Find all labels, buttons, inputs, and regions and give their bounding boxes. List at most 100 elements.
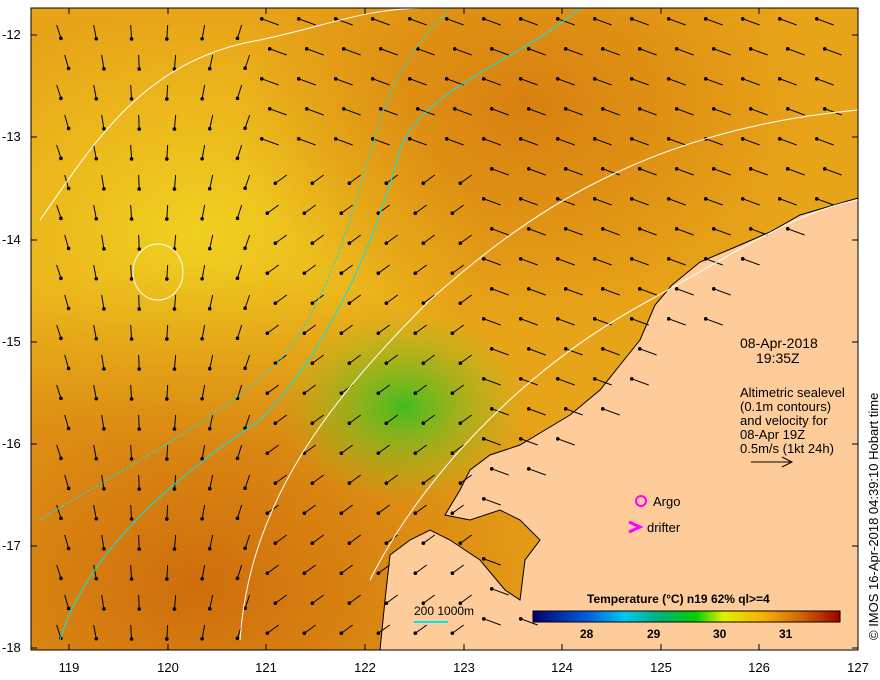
velocity-arrow-head [629,377,634,381]
velocity-arrow-head [458,541,463,546]
velocity-arrow-head [165,157,169,161]
velocity-arrow-head [59,456,63,461]
velocity-arrow-head [94,396,99,401]
velocity-arrow [138,414,140,430]
velocity-arrow-head [66,246,71,251]
velocity-arrow-head [376,331,381,336]
velocity-arrow-head [339,391,344,396]
velocity-arrow-head [265,331,270,336]
velocity-arrow-head [165,637,169,641]
velocity-arrow-head [370,17,375,21]
velocity-arrow-head [785,167,790,171]
velocity-arrow-head [489,167,494,171]
velocity-arrow-head [814,137,819,141]
velocity-arrow [138,354,140,370]
velocity-arrow-head [347,361,352,366]
velocity-arrow-head [273,541,278,546]
velocity-arrow-head [563,347,568,351]
velocity-arrow-head [94,456,99,461]
velocity-arrow-head [444,137,449,141]
velocity-arrow-head [94,156,99,161]
velocity-arrow-head [129,37,134,41]
velocity-arrow-head [94,276,99,281]
velocity-arrow-head [526,107,531,111]
velocity-arrow-head [200,336,204,341]
lon-tick: 122 [354,660,376,675]
velocity-arrow-head [592,377,597,381]
velocity-arrow-head [666,197,671,201]
velocity-arrow-head [384,601,389,606]
velocity-arrow-head [450,451,455,456]
velocity-arrow-head [200,216,204,221]
velocity-arrow-head [637,167,642,171]
velocity-arrow-head [740,137,745,141]
velocity-arrow-head [600,227,605,231]
velocity-arrow-head [518,317,523,321]
velocity-arrow-head [235,456,240,461]
velocity-arrow-head [413,271,418,276]
velocity-arrow-head [129,397,134,401]
velocity-arrow-head [711,47,716,51]
velocity-arrow-head [592,197,597,201]
velocity-arrow-head [814,17,819,21]
velocity-arrow-head [347,481,352,486]
velocity-arrow-head [421,541,426,546]
velocity-arrow-head [165,457,169,461]
velocity-arrow-head [711,107,716,111]
drifter-legend-label: drifter [647,520,681,535]
velocity-arrow-head [822,167,827,171]
velocity-arrow-head [296,137,301,141]
velocity-arrow-head [458,301,463,306]
velocity-arrow-head [172,187,177,191]
velocity-arrow-head [347,241,352,246]
velocity-arrow-head [600,407,605,411]
velocity-arrow-head [347,181,352,186]
colorbar-tick: 31 [779,627,793,641]
velocity-arrow-head [94,336,99,341]
velocity-arrow-head [235,576,240,581]
velocity-arrow-head [207,366,212,371]
velocity-arrow-head [748,227,753,231]
velocity-arrow-head [200,516,204,521]
velocity-arrow-head [333,77,338,81]
velocity-arrow-head [674,47,679,51]
velocity-arrow-head [489,347,494,351]
velocity-arrow-head [165,517,169,521]
velocity-arrow-head [600,347,605,351]
velocity-arrow-head [265,451,270,456]
velocity-arrow-head [273,601,278,606]
velocity-arrow-head [102,67,106,71]
velocity-arrow-head [59,576,63,581]
velocity-arrow-head [458,241,463,246]
velocity-arrow-head [243,306,247,311]
velocity-arrow-head [102,187,106,191]
velocity-arrow-head [384,541,389,546]
velocity-arrow-head [421,481,426,486]
credit-text: © IMOS 16-Apr-2018 04:39:10 Hobart time [866,392,880,640]
velocity-arrow-head [785,227,790,231]
velocity-arrow-head [310,241,315,246]
velocity-arrow-head [129,337,134,341]
velocity-arrow-head [302,631,307,636]
velocity-arrow-head [450,631,455,636]
velocity-arrow-head [59,216,63,221]
velocity-arrow-head [384,361,389,366]
velocity-arrow-head [165,577,169,581]
velocity-arrow-head [243,546,247,551]
velocity-arrow-head [637,227,642,231]
velocity-arrow-head [785,47,790,51]
velocity-arrow-head [777,17,782,21]
velocity-arrow-head [421,361,426,366]
lon-tick: 123 [453,660,475,675]
velocity-arrow-head [421,301,426,306]
image-time: 19:35Z [756,350,800,366]
velocity-arrow-head [674,167,679,171]
velocity-arrow-head [458,421,463,426]
velocity-arrow-head [666,257,671,261]
velocity-arrow-head [296,17,301,21]
velocity-arrow-head [165,277,169,281]
velocity-arrow-head [59,96,63,101]
velocity-arrow-head [526,467,531,471]
velocity-arrow-head [740,17,745,21]
velocity-arrow-head [481,377,486,381]
